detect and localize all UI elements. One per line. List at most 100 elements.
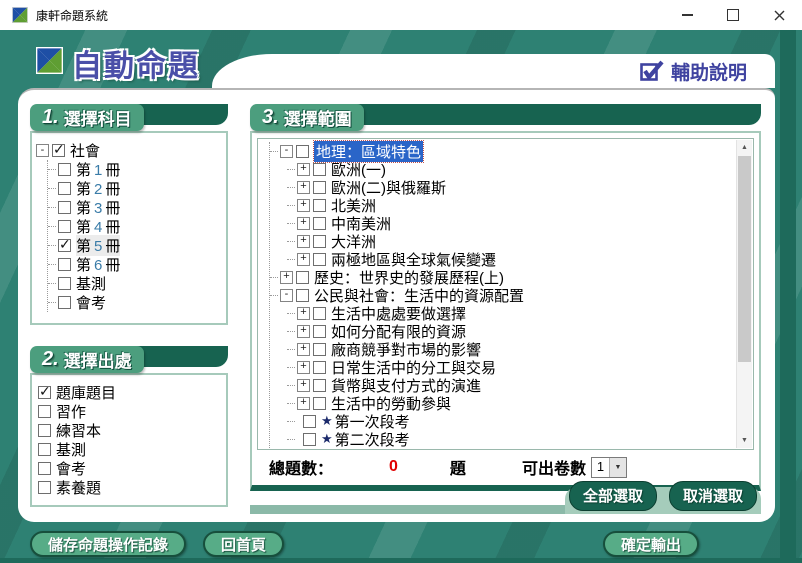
tree-item[interactable]: 兩極地區與全球氣候變遷 [270, 250, 733, 268]
expander-icon[interactable] [297, 163, 310, 176]
checkbox[interactable] [38, 481, 51, 494]
scrollbar-down-icon[interactable]: ▼ [737, 433, 752, 448]
checkbox[interactable] [58, 201, 71, 214]
checkbox[interactable] [296, 145, 309, 158]
checkbox[interactable] [58, 182, 71, 195]
tree-item[interactable]: 生活中的勞動參與 [270, 394, 733, 412]
bottom-accent-stripe [0, 558, 802, 563]
expander-icon[interactable] [297, 307, 310, 320]
checkbox[interactable] [313, 361, 326, 374]
tree-item[interactable]: 第4冊 [48, 217, 222, 236]
tree-item[interactable]: 地理：區域特色 [270, 142, 733, 160]
tree-item[interactable]: 會考 [48, 293, 222, 312]
list-item[interactable]: 基測 [38, 440, 220, 459]
scrollbar-thumb[interactable] [738, 156, 751, 362]
tree-item[interactable]: ★第二次段考 [270, 430, 733, 448]
expander-icon[interactable] [297, 361, 310, 374]
scrollbar-up-icon[interactable]: ▲ [737, 140, 752, 155]
section-number: 2. [42, 348, 59, 371]
tree-item[interactable]: 貨幣與支付方式的演進 [270, 376, 733, 394]
scrollbar[interactable]: ▲ ▼ [736, 140, 752, 448]
checkbox[interactable] [313, 307, 326, 320]
confirm-output-button[interactable]: 確定輸出 [603, 531, 699, 557]
tree-item[interactable]: 公民與社會：生活中的資源配置 [270, 286, 733, 304]
checkbox[interactable] [313, 217, 326, 230]
tree-item[interactable]: 歷史：世界史的發展歷程(上) [270, 268, 733, 286]
tree-item[interactable]: 基測 [48, 274, 222, 293]
checkbox[interactable] [296, 289, 309, 302]
list-item[interactable]: 題庫題目 [38, 383, 220, 402]
home-button[interactable]: 回首頁 [203, 531, 284, 557]
checkbox[interactable] [303, 433, 316, 446]
tree-item[interactable]: 第2冊 [48, 179, 222, 198]
tree-item[interactable]: 生活中處處要做選擇 [270, 304, 733, 322]
checkbox[interactable] [58, 163, 71, 176]
expander-icon[interactable] [297, 325, 310, 338]
checkbox[interactable] [303, 415, 316, 428]
tree-item[interactable]: 第3冊 [48, 198, 222, 217]
checkbox[interactable] [313, 343, 326, 356]
tree-item[interactable]: 如何分配有限的資源 [270, 322, 733, 340]
checkbox[interactable] [58, 239, 71, 252]
list-item[interactable]: 會考 [38, 459, 220, 478]
tree-item[interactable]: 第1冊 [48, 160, 222, 179]
item-label: 習作 [56, 401, 86, 422]
checkbox[interactable] [313, 325, 326, 338]
checkbox[interactable] [296, 271, 309, 284]
checkbox[interactable] [58, 258, 71, 271]
checkbox[interactable] [38, 424, 51, 437]
checkbox[interactable] [313, 379, 326, 392]
tree-item[interactable]: 北美洲 [270, 196, 733, 214]
tree-item[interactable]: 歐洲(一) [270, 160, 733, 178]
checkbox[interactable] [52, 144, 65, 157]
expander-icon[interactable] [297, 217, 310, 230]
checkbox[interactable] [58, 220, 71, 233]
checkbox[interactable] [313, 163, 326, 176]
expander-icon[interactable] [297, 235, 310, 248]
tree-item[interactable]: 社會 [36, 141, 222, 160]
list-item[interactable]: 練習本 [38, 421, 220, 440]
save-record-button[interactable]: 儲存命題操作記錄 [30, 531, 186, 557]
list-item[interactable]: 習作 [38, 402, 220, 421]
papers-select[interactable]: 1 [591, 457, 627, 478]
tree-item[interactable]: 歐洲(二)與俄羅斯 [270, 178, 733, 196]
minimize-button[interactable] [664, 0, 710, 30]
checkbox[interactable] [38, 443, 51, 456]
help-button[interactable]: 輔助說明 [640, 58, 747, 85]
close-button[interactable] [756, 0, 802, 30]
expander-icon[interactable] [280, 271, 293, 284]
checkbox[interactable] [313, 181, 326, 194]
expander-icon[interactable] [297, 181, 310, 194]
connector-line [270, 295, 278, 296]
checkbox[interactable] [313, 199, 326, 212]
maximize-button[interactable] [710, 0, 756, 30]
expander-icon[interactable] [297, 253, 310, 266]
expander-icon[interactable] [297, 343, 310, 356]
checkbox[interactable] [38, 386, 51, 399]
connector-line [287, 241, 295, 242]
tree-item[interactable]: 大洋洲 [270, 232, 733, 250]
tree-item[interactable]: ★第一次段考 [270, 412, 733, 430]
expander-icon[interactable] [280, 289, 293, 302]
expander-icon[interactable] [297, 397, 310, 410]
expander-icon[interactable] [36, 144, 49, 157]
tree-item[interactable]: 廠商競爭對市場的影響 [270, 340, 733, 358]
tree-item[interactable]: 中南美洲 [270, 214, 733, 232]
checkbox[interactable] [313, 235, 326, 248]
checkbox[interactable] [58, 296, 71, 309]
expander-icon[interactable] [297, 199, 310, 212]
expander-icon[interactable] [297, 379, 310, 392]
checkbox[interactable] [313, 397, 326, 410]
checkbox[interactable] [58, 277, 71, 290]
checkbox[interactable] [38, 405, 51, 418]
checkbox[interactable] [313, 253, 326, 266]
select-all-button[interactable]: 全部選取 [569, 481, 657, 511]
deselect-all-button[interactable]: 取消選取 [669, 481, 757, 511]
dropdown-arrow-icon[interactable] [609, 458, 626, 477]
expander-icon[interactable] [280, 145, 293, 158]
list-item[interactable]: 素養題 [38, 478, 220, 497]
tree-item[interactable]: 日常生活中的分工與交易 [270, 358, 733, 376]
tree-item[interactable]: 第6冊 [48, 255, 222, 274]
tree-item[interactable]: 第5冊 [48, 236, 222, 255]
checkbox[interactable] [38, 462, 51, 475]
